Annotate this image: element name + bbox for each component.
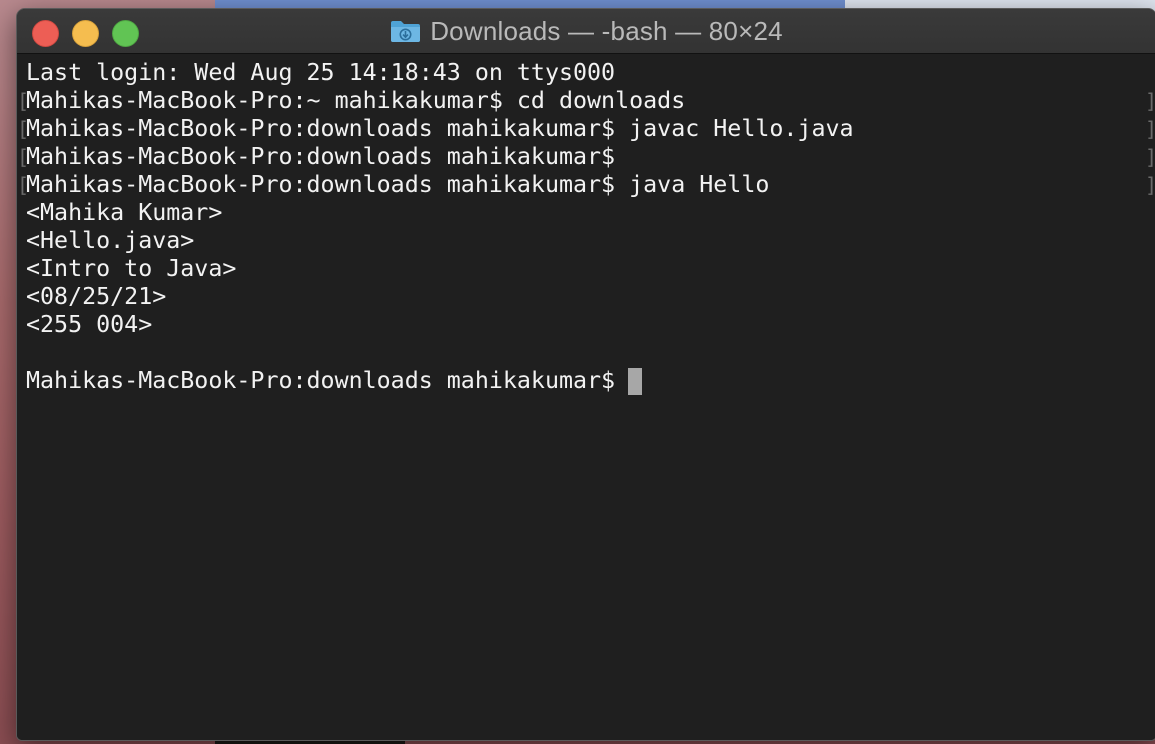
terminal-line: Mahikas-MacBook-Pro:downloads mahikakuma… bbox=[26, 171, 770, 198]
window-title-area: Downloads — -bash — 80×24 bbox=[17, 9, 1155, 53]
line-mark-right: ] bbox=[1145, 143, 1155, 171]
window-title: Downloads — -bash — 80×24 bbox=[430, 15, 783, 46]
terminal-line: Mahikas-MacBook-Pro:~ mahikakumar$ cd do… bbox=[26, 87, 686, 114]
terminal-line: Last login: Wed Aug 25 14:18:43 on ttys0… bbox=[26, 59, 616, 86]
line-mark-right: ] bbox=[1145, 87, 1155, 115]
terminal-output-line: <Intro to Java> bbox=[26, 255, 237, 282]
terminal-prompt: Mahikas-MacBook-Pro:downloads mahikakuma… bbox=[26, 367, 630, 394]
terminal-content[interactable]: Last login: Wed Aug 25 14:18:43 on ttys0… bbox=[17, 54, 1155, 740]
terminal-output-line: <08/25/21> bbox=[26, 283, 167, 310]
line-mark-right: ] bbox=[1145, 171, 1155, 199]
terminal-output-line: <255 004> bbox=[26, 311, 153, 338]
title-bar[interactable]: Downloads — -bash — 80×24 bbox=[17, 9, 1155, 54]
downloads-folder-icon bbox=[390, 19, 421, 43]
terminal-output-line: <Hello.java> bbox=[26, 227, 195, 254]
terminal-line: Mahikas-MacBook-Pro:downloads mahikakuma… bbox=[26, 143, 616, 170]
terminal-output-line: <Mahika Kumar> bbox=[26, 199, 223, 226]
terminal-line: Mahikas-MacBook-Pro:downloads mahikakuma… bbox=[26, 115, 854, 142]
line-mark-right: ] bbox=[1145, 115, 1155, 143]
terminal-window: Downloads — -bash — 80×24 Last login: We… bbox=[16, 8, 1155, 741]
text-cursor bbox=[628, 368, 642, 395]
